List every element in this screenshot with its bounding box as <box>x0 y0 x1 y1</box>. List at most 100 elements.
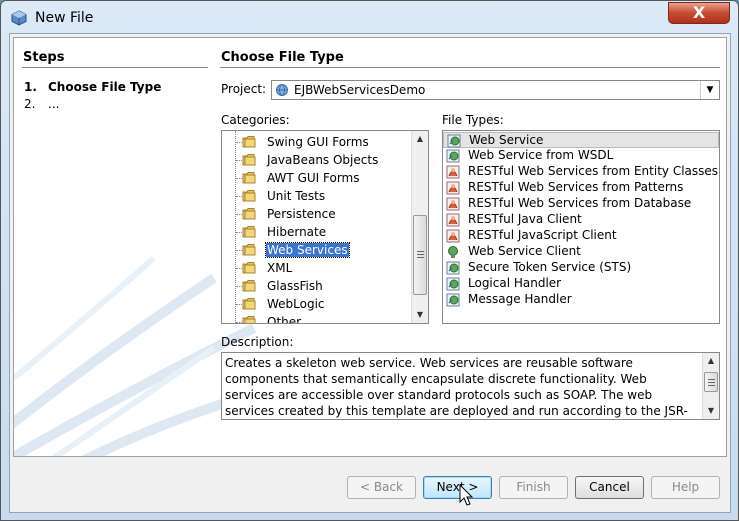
category-item[interactable]: XML <box>222 259 412 277</box>
wizard-panel: Steps 1. Choose File Type 2.... Choose Fi… <box>13 37 727 457</box>
folder-icon <box>242 208 256 220</box>
steps-heading: Steps <box>23 50 65 65</box>
category-label: Web Services <box>265 242 350 258</box>
finish-button[interactable]: Finish <box>499 476 568 499</box>
cancel-button[interactable]: Cancel <box>575 476 644 499</box>
scroll-down-icon[interactable]: ▼ <box>412 307 428 323</box>
file-types-list[interactable]: Web Service Web Service from WSDL RESTful … <box>442 130 720 324</box>
file-type-label: Web Service Client <box>468 244 581 258</box>
description-box[interactable]: Creates a skeleton web service. Web serv… <box>221 352 720 420</box>
file-type-item[interactable]: RESTful Web Services from Patterns <box>443 180 719 196</box>
folder-icon <box>242 316 256 323</box>
file-type-item[interactable]: RESTful Web Services from Database <box>443 196 719 212</box>
folder-icon <box>242 262 256 274</box>
file-type-label: RESTful Web Services from Database <box>468 196 692 210</box>
project-combobox[interactable]: EJBWebServicesDemo ▼ <box>271 80 720 100</box>
scroll-up-icon[interactable]: ▲ <box>703 353 719 369</box>
restful-icon <box>446 197 460 211</box>
category-label: JavaBeans Objects <box>267 153 379 167</box>
ws-client-icon <box>448 246 458 258</box>
categories-scrollbar[interactable]: ▲ ▼ <box>411 131 428 323</box>
category-label: Persistence <box>267 207 336 221</box>
help-button[interactable]: Help <box>651 476 720 499</box>
file-type-item[interactable]: Message Handler <box>443 292 719 308</box>
file-type-item[interactable]: Web Service <box>443 132 719 148</box>
category-label: AWT GUI Forms <box>267 171 360 185</box>
folder-icon <box>242 172 256 184</box>
restful-icon <box>446 181 460 195</box>
folder-icon <box>242 136 256 148</box>
web-service-icon <box>446 261 460 275</box>
new-file-dialog: New File X Steps 1. Choose File Type 2...… <box>0 0 739 521</box>
category-label: Swing GUI Forms <box>267 135 369 149</box>
folder-icon <box>242 226 256 238</box>
scroll-down-icon[interactable]: ▼ <box>703 403 719 419</box>
file-type-label: Logical Handler <box>468 276 562 290</box>
description-text: Creates a skeleton web service. Web serv… <box>225 356 688 418</box>
file-type-item[interactable]: Web Service Client <box>443 244 719 260</box>
category-item[interactable]: Swing GUI Forms <box>222 133 412 151</box>
back-button[interactable]: < Back <box>347 476 416 499</box>
globe-project-icon <box>276 84 288 96</box>
file-type-item[interactable]: RESTful Java Client <box>443 212 719 228</box>
close-button[interactable]: X <box>668 2 730 24</box>
category-item[interactable]: AWT GUI Forms <box>222 169 412 187</box>
file-type-item[interactable]: Web Service from WSDL <box>443 148 719 164</box>
folder-icon <box>242 244 256 256</box>
web-service-icon <box>446 293 460 307</box>
category-item[interactable]: GlassFish <box>222 277 412 295</box>
project-value: EJBWebServicesDemo <box>294 83 426 97</box>
description-scrollbar[interactable]: ▲ ▼ <box>702 353 719 419</box>
window-title: New File <box>35 10 94 26</box>
file-type-label: RESTful Java Client <box>468 212 582 226</box>
folder-icon <box>242 154 256 166</box>
project-label: Project: <box>221 82 267 96</box>
chevron-down-icon[interactable]: ▼ <box>700 81 719 99</box>
netbeans-cube-icon <box>11 10 27 26</box>
scroll-thumb[interactable] <box>704 372 718 392</box>
category-item[interactable]: Persistence <box>222 205 412 223</box>
file-type-label: RESTful Web Services from Patterns <box>468 180 684 194</box>
categories-label: Categories: <box>221 113 290 127</box>
category-item[interactable]: Other <box>222 313 412 324</box>
category-item[interactable]: Web Services <box>222 241 412 259</box>
folder-icon <box>242 190 256 202</box>
category-label: Hibernate <box>267 225 327 239</box>
file-type-label: Secure Token Service (STS) <box>468 260 632 274</box>
category-label: Unit Tests <box>267 189 326 203</box>
category-item[interactable]: WebLogic <box>222 295 412 313</box>
web-service-icon <box>447 134 461 148</box>
category-label: WebLogic <box>267 297 325 311</box>
file-type-item[interactable]: Logical Handler <box>443 276 719 292</box>
steps-divider <box>22 67 208 68</box>
description-label: Description: <box>221 335 294 349</box>
file-type-label: Message Handler <box>468 292 572 306</box>
title-divider <box>220 67 720 68</box>
file-types-label: File Types: <box>442 113 504 127</box>
category-label: Other <box>267 315 302 324</box>
file-type-item[interactable]: Secure Token Service (STS) <box>443 260 719 276</box>
file-type-label: Web Service <box>469 133 544 147</box>
categories-tree[interactable]: Swing GUI Forms JavaBeans Objects AWT GUI … <box>221 130 429 324</box>
scroll-up-icon[interactable]: ▲ <box>412 131 428 147</box>
title-bar[interactable]: New File X <box>1 1 738 35</box>
file-type-label: Web Service from WSDL <box>468 148 614 162</box>
step-1: 1. Choose File Type <box>24 80 162 94</box>
file-type-item[interactable]: RESTful Web Services from Entity Classes <box>443 164 719 180</box>
restful-icon <box>446 165 460 179</box>
next-button[interactable]: Next > <box>423 476 492 499</box>
web-service-icon <box>446 149 460 163</box>
step-2: 2.... <box>24 97 60 111</box>
page-title: Choose File Type <box>221 50 344 65</box>
scroll-thumb[interactable] <box>413 215 427 295</box>
category-item[interactable]: Hibernate <box>222 223 412 241</box>
category-label: GlassFish <box>267 279 323 293</box>
folder-icon <box>242 298 256 310</box>
category-item[interactable]: JavaBeans Objects <box>222 151 412 169</box>
category-label: XML <box>267 261 293 275</box>
file-type-item[interactable]: RESTful JavaScript Client <box>443 228 719 244</box>
file-type-label: RESTful JavaScript Client <box>468 228 617 242</box>
folder-icon <box>242 280 256 292</box>
category-item[interactable]: Unit Tests <box>222 187 412 205</box>
restful-icon <box>446 229 460 243</box>
